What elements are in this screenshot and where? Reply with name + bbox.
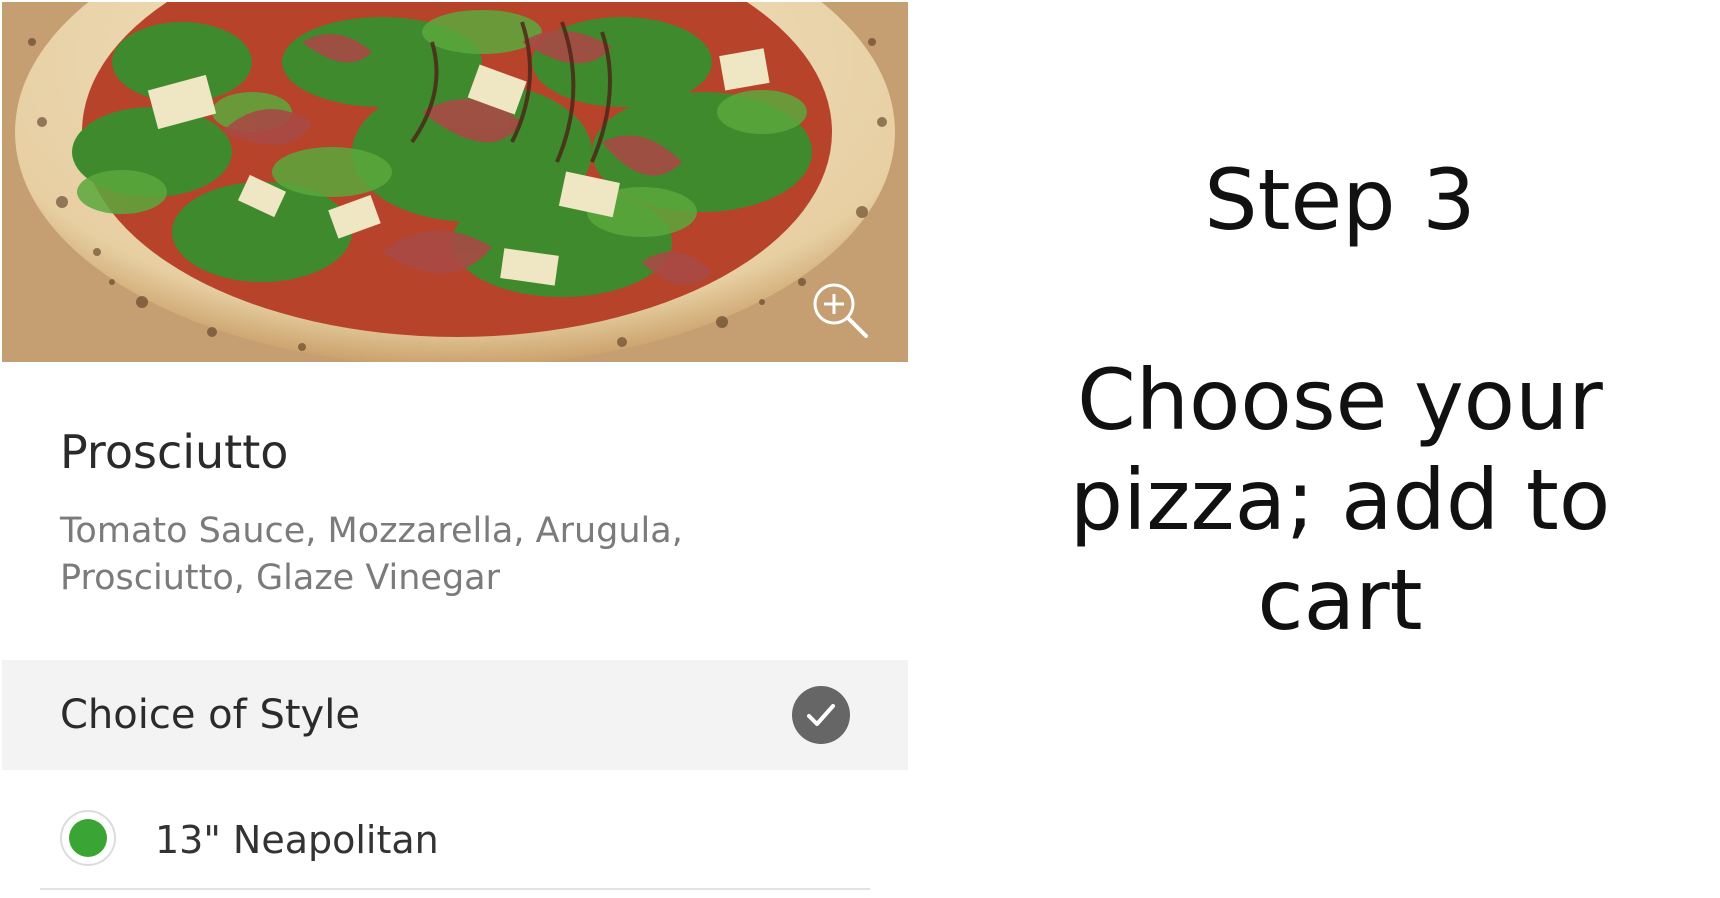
option-label: 13" Neapolitan [155,818,439,862]
choice-of-style-header: Choice of Style [2,660,908,770]
item-detail-panel: Prosciutto Tomato Sauce, Mozzarella, Aru… [0,0,910,898]
item-description: Tomato Sauce, Mozzarella, Arugula, Prosc… [60,511,683,598]
style-option-neapolitan[interactable]: 13" Neapolitan [40,790,870,890]
zoom-in-icon[interactable] [810,280,872,342]
pizza-photo [2,2,908,362]
step-heading: Step 3 [1204,151,1476,249]
item-title: Prosciutto [60,425,289,479]
section-title: Choice of Style [60,692,360,738]
checkmark-icon [792,686,850,744]
instruction-text: Choose your pizza; add to cart [1069,351,1611,649]
instruction-block: Step 3 Choose your pizza; add to cart [1020,150,1660,650]
radio-selected-icon[interactable] [60,810,116,866]
radio-dot [69,819,107,857]
